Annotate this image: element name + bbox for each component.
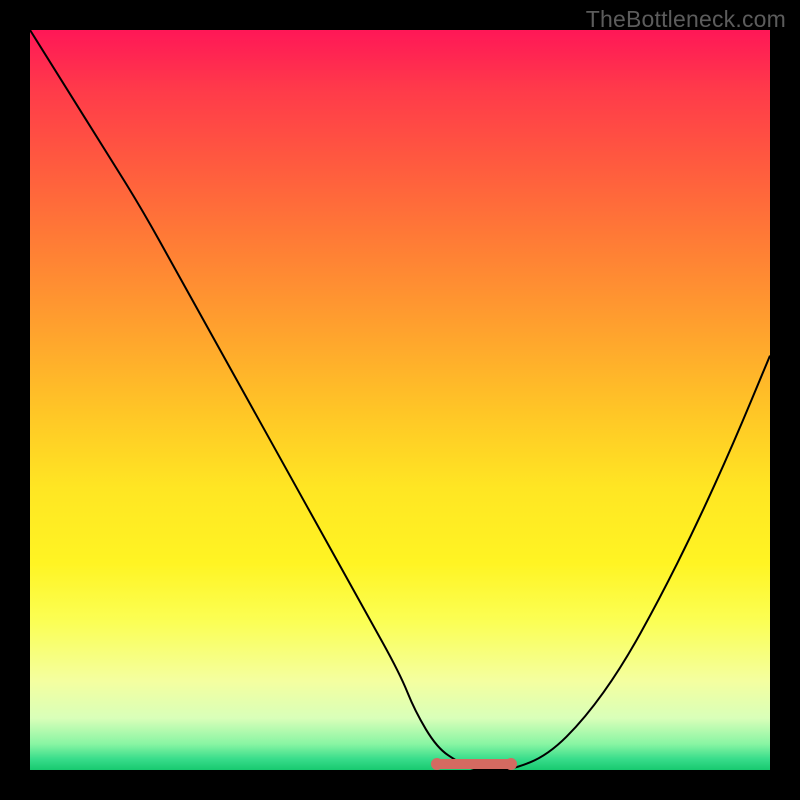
flat-region-endpoint-right — [505, 758, 517, 770]
plot-area — [30, 30, 770, 770]
flat-region-endpoint-left — [431, 758, 443, 770]
curve-layer — [30, 30, 770, 770]
bottleneck-curve — [30, 30, 770, 770]
chart-frame: TheBottleneck.com — [0, 0, 800, 800]
watermark-text: TheBottleneck.com — [586, 6, 786, 33]
